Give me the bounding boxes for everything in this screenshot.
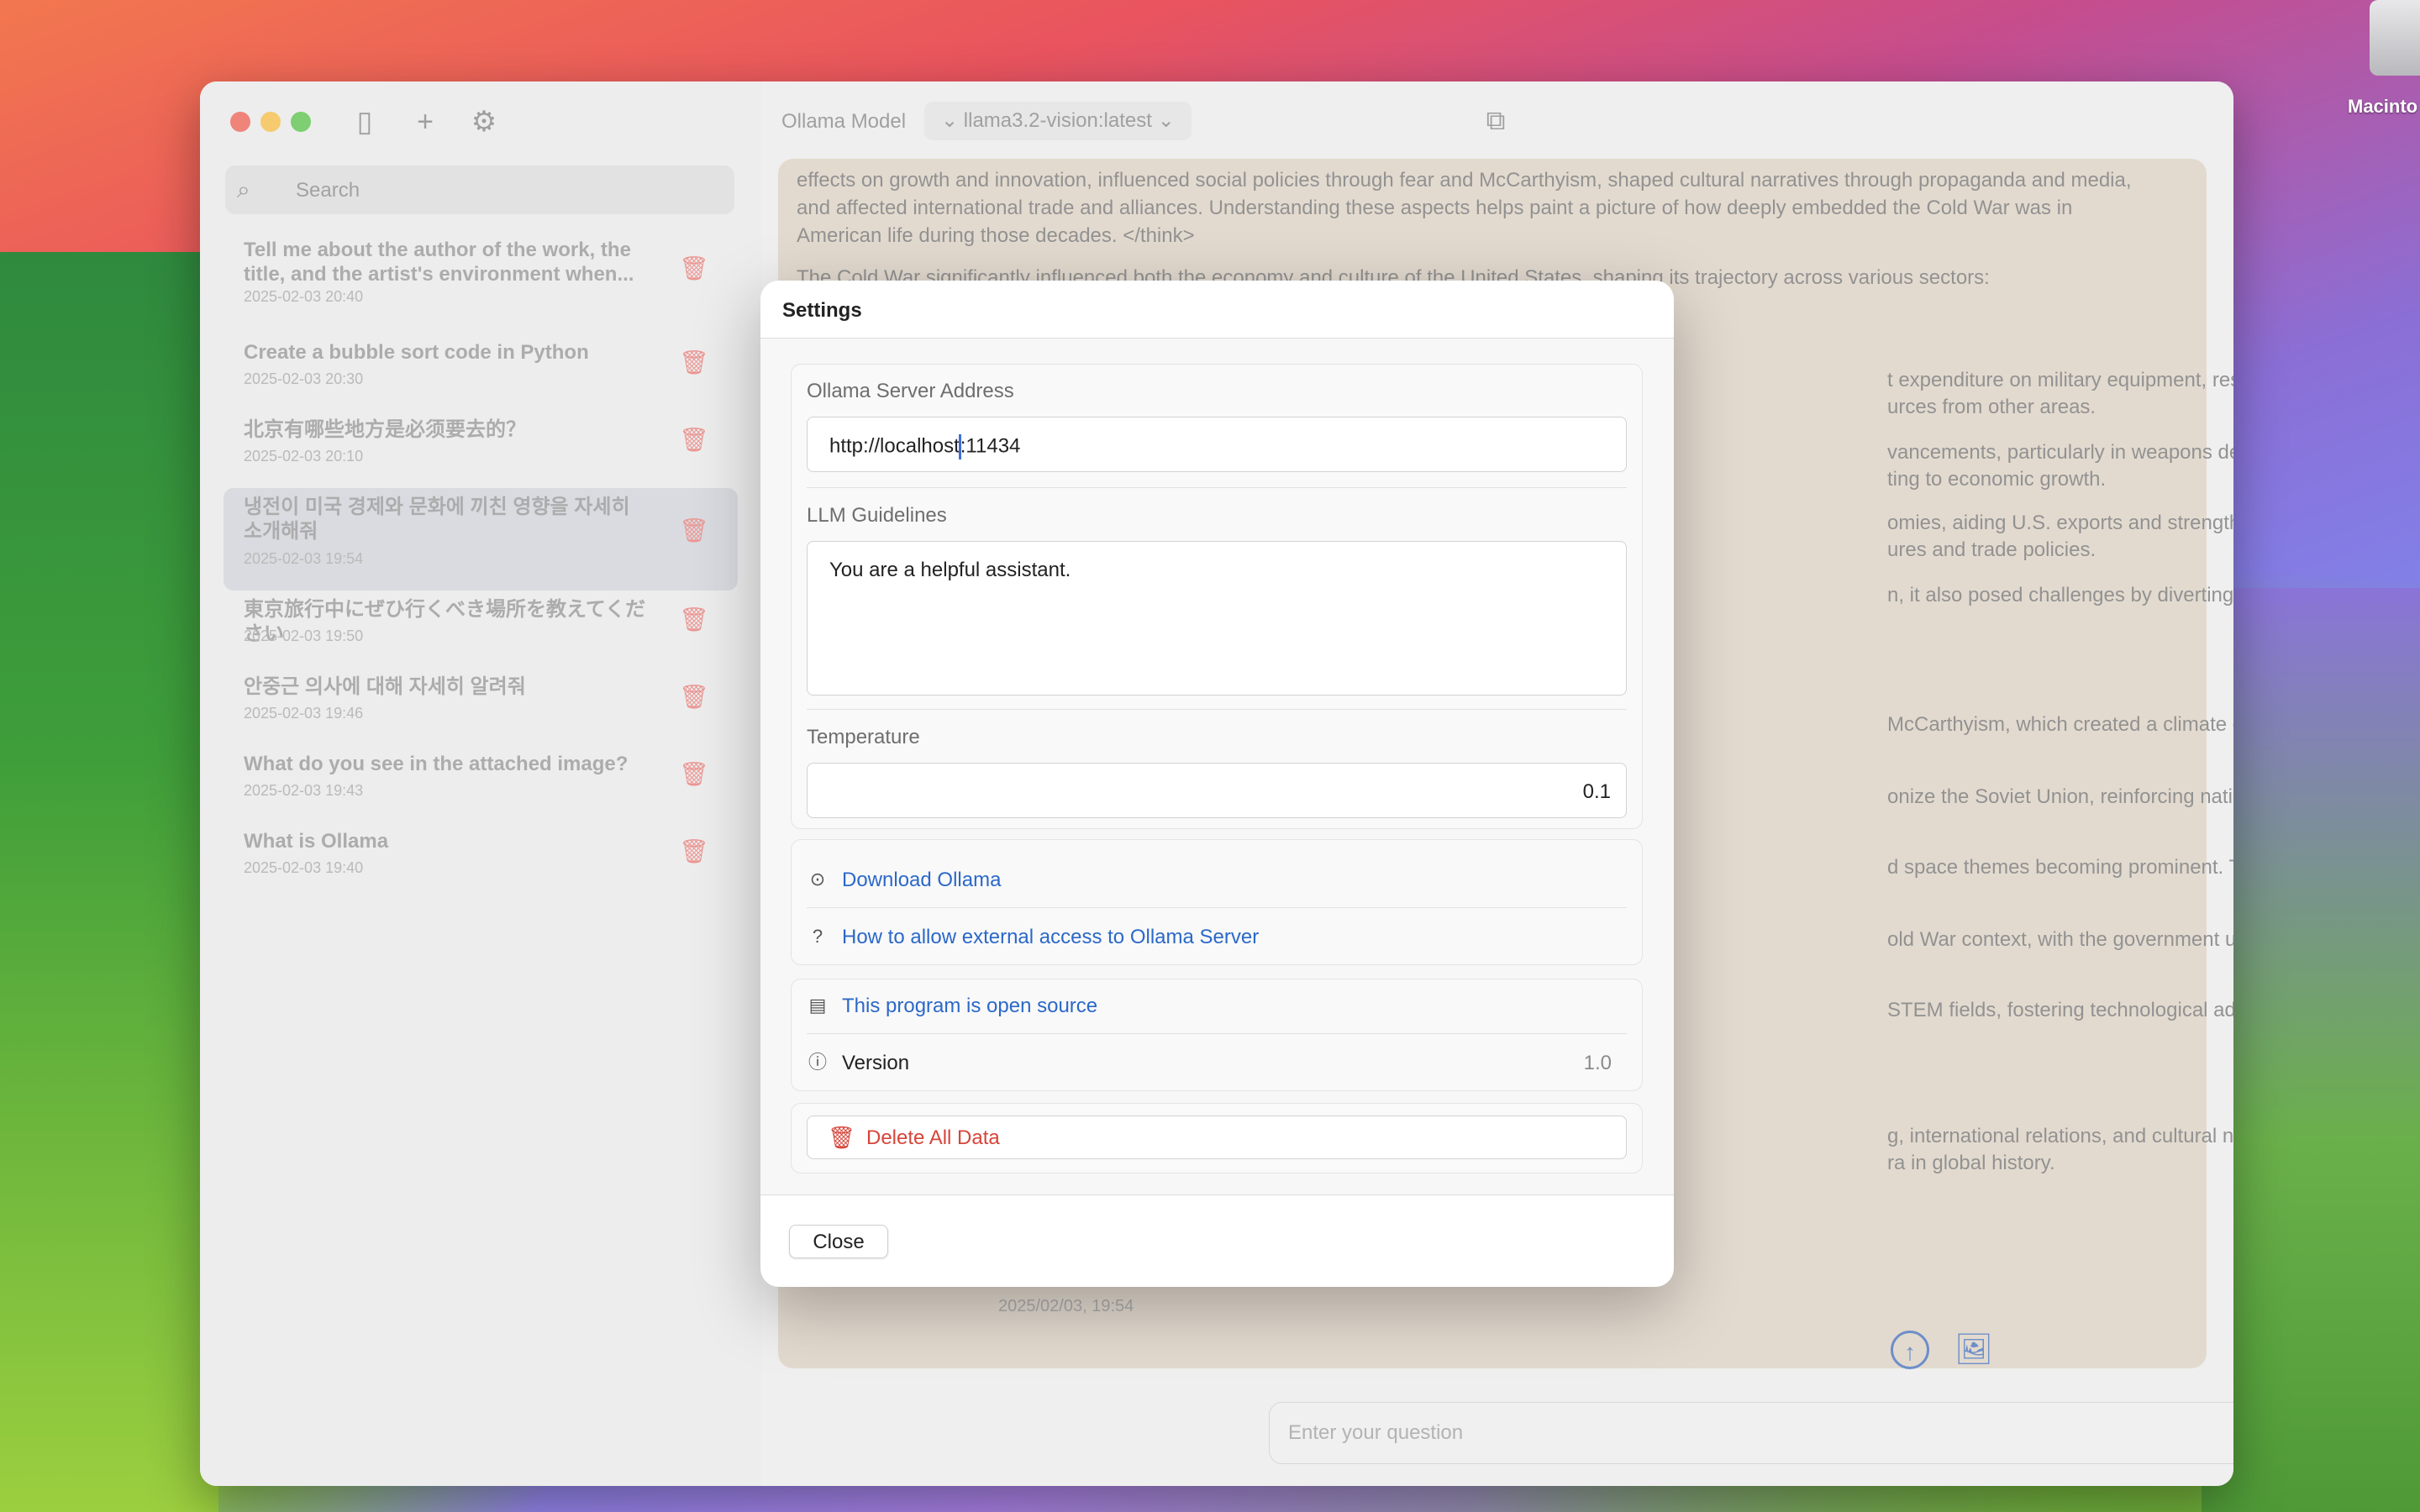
help-icon: ? xyxy=(812,926,823,947)
download-icon: ⊙ xyxy=(809,869,826,890)
delete-all-data-button[interactable]: 🗑 Delete All Data xyxy=(807,1116,1627,1159)
guidelines-textarea[interactable]: You are a helpful assistant. xyxy=(807,541,1627,696)
divider xyxy=(807,709,1627,710)
trash-icon: 🗑 xyxy=(828,1125,856,1150)
delete-all-data-label: Delete All Data xyxy=(866,1126,1000,1149)
dialog-body: Ollama Server Address http://localhost:1… xyxy=(760,339,1674,1194)
document-icon: ▤ xyxy=(808,995,827,1016)
temperature-label: Temperature xyxy=(807,726,920,748)
external-access-text: How to allow external access to Ollama S… xyxy=(842,926,1260,948)
divider xyxy=(807,1033,1627,1034)
hard-disk-icon[interactable] xyxy=(2370,0,2420,76)
download-link-text: Download Ollama xyxy=(842,869,1002,891)
settings-card-danger: 🗑 Delete All Data xyxy=(791,1103,1643,1173)
server-address-value: http://localhost:11434 xyxy=(829,434,1020,459)
open-source-text: This program is open source xyxy=(842,995,1098,1017)
send-icon[interactable]: ↑ xyxy=(1891,1331,1929,1369)
server-label: Ollama Server Address xyxy=(807,380,1014,402)
divider xyxy=(807,907,1627,908)
settings-card-about: ▤ This program is open source ⓘ Version … xyxy=(791,979,1643,1091)
settings-dialog: Settings Ollama Server Address http://lo… xyxy=(760,281,1674,1287)
guidelines-label: LLM Guidelines xyxy=(807,504,947,527)
version-row: ⓘ Version 1.0 xyxy=(807,1048,1627,1082)
version-value: 1.0 xyxy=(1583,1052,1612,1074)
wallpaper-left xyxy=(0,252,218,1512)
divider xyxy=(760,1194,1674,1195)
version-label: Version xyxy=(842,1052,910,1074)
wallpaper-right xyxy=(2202,588,2420,1512)
temperature-input[interactable]: 0.1 xyxy=(807,763,1627,818)
guidelines-value: You are a helpful assistant. xyxy=(829,559,1071,581)
disk-label: Macinto xyxy=(2348,96,2418,117)
server-address-input[interactable]: http://localhost:11434 xyxy=(807,417,1627,472)
temperature-value: 0.1 xyxy=(1582,780,1611,803)
settings-card-general: Ollama Server Address http://localhost:1… xyxy=(791,364,1643,829)
close-button[interactable]: Close xyxy=(789,1225,888,1258)
image-icon[interactable]: 🖼 xyxy=(1954,1332,1993,1366)
info-icon: ⓘ xyxy=(808,1052,827,1073)
settings-card-links: ⊙ Download Ollama ? How to allow externa… xyxy=(791,839,1643,965)
divider xyxy=(807,487,1627,488)
dialog-title: Settings xyxy=(782,299,862,322)
